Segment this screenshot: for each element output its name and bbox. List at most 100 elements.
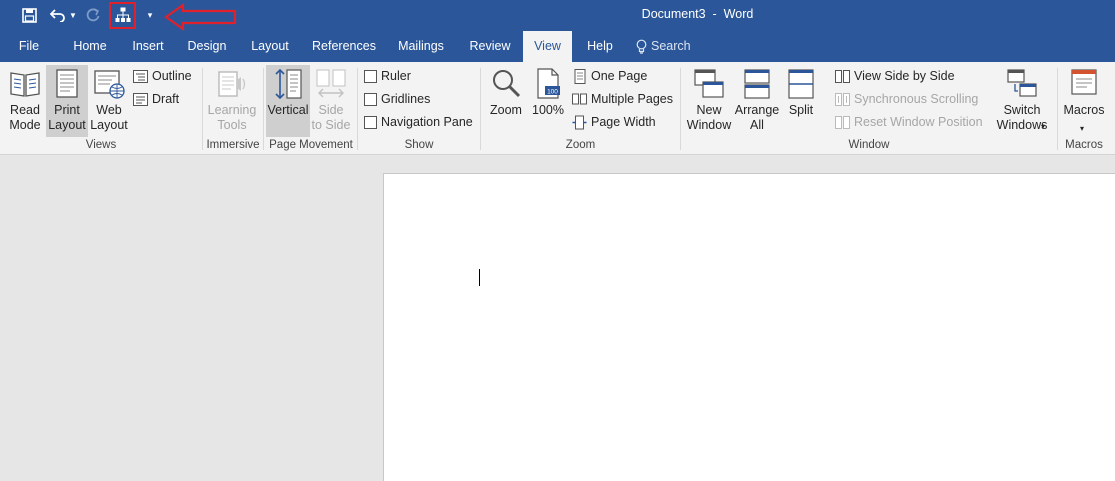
text-cursor xyxy=(479,269,480,286)
gridlines-checkbox[interactable]: Gridlines xyxy=(364,89,430,109)
page-movement-group-label: Page Movement xyxy=(269,139,353,151)
red-arrow-annotation xyxy=(164,3,237,31)
gridlines-check[interactable] xyxy=(364,92,377,106)
outline-button[interactable]: Outline xyxy=(133,66,192,86)
switch-windows-dropdown-icon: ▾ xyxy=(1041,122,1046,131)
tab-review[interactable]: Review xyxy=(462,31,518,62)
learning-tools-label: Learning Tools xyxy=(207,103,257,132)
lightbulb-icon xyxy=(636,39,647,54)
group-divider xyxy=(202,68,203,150)
arrange-all-label: Arrange All xyxy=(734,103,780,132)
read-mode-icon xyxy=(10,72,40,97)
macros-dropdown-icon: ▾ xyxy=(1080,124,1085,133)
print-layout-button[interactable]: Print Layout xyxy=(46,65,88,137)
new-window-label: New Window xyxy=(686,103,732,132)
tab-help[interactable]: Help xyxy=(580,31,620,62)
navigation-pane-checkbox[interactable]: Navigation Pane xyxy=(364,112,473,132)
outline-label: Outline xyxy=(152,69,192,83)
synchronous-scrolling-label: Synchronous Scrolling xyxy=(854,92,979,106)
vertical-scroll-icon xyxy=(275,68,302,100)
synchronous-scrolling-icon xyxy=(835,92,850,106)
tab-view[interactable]: View xyxy=(523,31,572,62)
navigation-pane-check[interactable] xyxy=(364,115,377,129)
page-width-button[interactable]: Page Width xyxy=(572,112,656,132)
arrange-all-icon xyxy=(744,69,770,99)
multiple-pages-button[interactable]: Multiple Pages xyxy=(572,89,673,109)
split-label: Split xyxy=(788,103,814,117)
zoom-button[interactable]: Zoom xyxy=(485,65,527,137)
synchronous-scrolling-button: Synchronous Scrolling xyxy=(835,89,978,109)
draft-button[interactable]: Draft xyxy=(133,89,179,109)
tab-insert[interactable]: Insert xyxy=(124,31,172,62)
web-layout-button[interactable]: Web Layout xyxy=(89,65,129,137)
zoom-100-button[interactable]: 100 100% xyxy=(529,65,567,137)
document-page[interactable] xyxy=(383,173,1115,481)
vertical-label: Vertical xyxy=(267,103,309,117)
highlight-box xyxy=(109,2,136,29)
new-window-icon xyxy=(694,69,724,98)
ruler-checkbox[interactable]: Ruler xyxy=(364,66,411,86)
tab-design[interactable]: Design xyxy=(180,31,234,62)
navigation-pane-label: Navigation Pane xyxy=(381,115,473,129)
tab-file[interactable]: File xyxy=(8,31,50,62)
view-side-by-side-button[interactable]: View Side by Side xyxy=(835,66,955,86)
group-divider xyxy=(1057,68,1058,150)
learning-tools-icon xyxy=(218,71,246,97)
side-to-side-button: Side to Side xyxy=(311,65,351,137)
show-group-label: Show xyxy=(404,139,434,151)
switch-windows-button[interactable]: Switch Windows ▾ xyxy=(990,65,1054,137)
reset-window-position-label: Reset Window Position xyxy=(854,115,983,129)
macros-group-label: Macros xyxy=(1065,139,1103,151)
group-divider xyxy=(263,68,264,150)
draft-label: Draft xyxy=(152,92,180,106)
ruler-check[interactable] xyxy=(364,69,377,83)
ribbon-view: Read Mode Print Layout Web Layout Outlin… xyxy=(0,62,1115,155)
macros-label: Macros xyxy=(1063,103,1105,117)
tab-layout[interactable]: Layout xyxy=(243,31,297,62)
one-page-button[interactable]: One Page xyxy=(572,66,647,86)
multiple-pages-label: Multiple Pages xyxy=(591,92,673,106)
read-mode-label: Read Mode xyxy=(9,103,41,132)
side-to-side-icon xyxy=(316,69,346,98)
web-layout-label: Web Layout xyxy=(90,103,128,132)
split-button[interactable]: Split xyxy=(782,65,820,137)
side-to-side-label: Side to Side xyxy=(311,103,351,132)
tab-mailings[interactable]: Mailings xyxy=(390,31,452,62)
read-mode-button[interactable]: Read Mode xyxy=(4,65,46,137)
draft-icon xyxy=(133,92,148,106)
page-width-icon xyxy=(572,115,587,129)
views-group-label: Views xyxy=(85,139,117,151)
arrange-all-button[interactable]: Arrange All xyxy=(734,65,780,137)
multiple-pages-icon xyxy=(572,93,587,104)
zoom-group-label: Zoom xyxy=(565,139,596,151)
view-side-by-side-icon xyxy=(835,69,850,83)
reset-window-position-button: Reset Window Position xyxy=(835,112,983,132)
window-group-label: Window xyxy=(848,139,890,151)
svg-text:100: 100 xyxy=(547,88,558,95)
macros-button[interactable]: Macros ▾ xyxy=(1060,65,1108,137)
group-divider xyxy=(680,68,681,150)
web-layout-icon xyxy=(94,70,125,99)
split-icon xyxy=(788,69,814,99)
new-window-button[interactable]: New Window xyxy=(684,65,734,137)
tell-me-search[interactable]: Search xyxy=(636,31,700,62)
tab-home[interactable]: Home xyxy=(64,31,116,62)
reset-window-position-icon xyxy=(835,115,850,129)
ruler-label: Ruler xyxy=(381,69,411,83)
outline-icon xyxy=(133,69,148,83)
immersive-group-label: Immersive xyxy=(206,139,260,151)
page-width-label: Page Width xyxy=(591,115,656,129)
zoom-100-icon: 100 xyxy=(537,68,560,99)
one-page-label: One Page xyxy=(591,69,648,83)
magnifier-icon xyxy=(493,70,521,98)
vertical-button[interactable]: Vertical xyxy=(266,65,310,137)
print-layout-label: Print Layout xyxy=(48,103,86,132)
zoom-label: Zoom xyxy=(490,103,522,117)
search-label: Search xyxy=(651,39,691,53)
tab-references[interactable]: References xyxy=(306,31,382,62)
one-page-icon xyxy=(574,68,586,84)
macros-icon xyxy=(1071,69,1097,95)
zoom-100-label: 100% xyxy=(532,103,564,117)
view-side-by-side-label: View Side by Side xyxy=(854,69,955,83)
document-workspace xyxy=(0,156,1115,481)
